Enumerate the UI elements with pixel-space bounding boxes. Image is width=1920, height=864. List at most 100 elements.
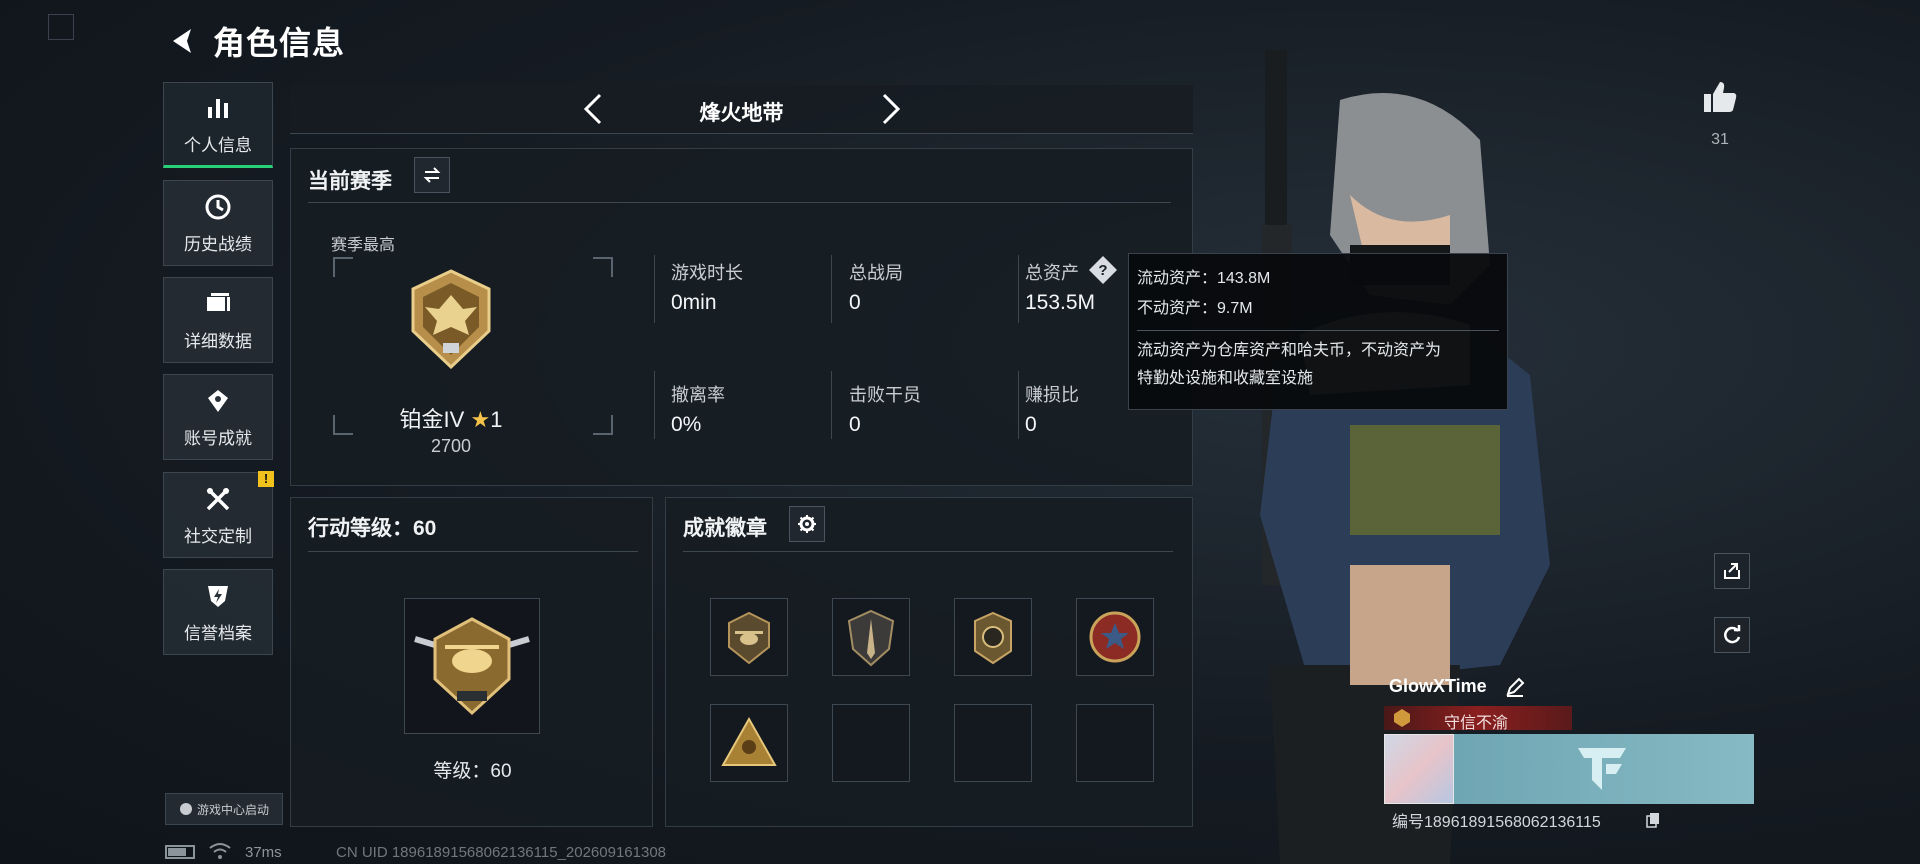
frame-corner: [593, 415, 613, 435]
mode-title: 烽火地带: [699, 102, 784, 125]
tooltip-description-2: 特勤处设施和收藏室设施: [1137, 370, 1314, 387]
help-icon[interactable]: ?: [1088, 255, 1118, 285]
sidebar-item-profile[interactable]: 个人信息: [163, 82, 273, 168]
player-id: 编号1896189156806213611​5: [1392, 814, 1601, 831]
battery-icon: [165, 845, 195, 859]
game-center-label: 游戏中心启动: [196, 802, 269, 817]
title-emblem-icon: [1394, 709, 1410, 727]
badge-slot[interactable]: [710, 598, 788, 676]
liquid-assets: 流动资产：143.8M: [1137, 270, 1271, 287]
page-title: 角色信息: [213, 25, 346, 61]
pyramid-badge-icon: [721, 716, 777, 766]
sidebar-item-credit[interactable]: 信誉档案: [163, 569, 273, 655]
thumbs-up-icon: [1704, 82, 1737, 112]
circle-emblem-badge-icon: [974, 611, 1012, 665]
stat-divider: [1018, 371, 1019, 439]
sidebar-item-label: 账号成就: [184, 428, 252, 448]
action-divider: [308, 551, 638, 552]
svg-text:?: ?: [1098, 262, 1107, 279]
sidebar-item-label: 社交定制: [184, 526, 252, 546]
share-icon: [1724, 563, 1740, 579]
share-button[interactable]: [1714, 553, 1750, 589]
back-arrow-icon[interactable]: [165, 24, 199, 58]
tooltip-divider: [1137, 330, 1499, 331]
player-banner: [1454, 734, 1754, 804]
rank-name: 铂金IV: [399, 407, 465, 432]
sidebar-item-label: 信誉档案: [184, 623, 252, 643]
badge-settings-button[interactable]: [789, 506, 825, 542]
stat-label: 撤离率: [671, 385, 725, 405]
stat-value: 153.5M: [1025, 291, 1096, 314]
rank-emblem-icon: [411, 269, 491, 369]
season-divider: [308, 202, 1171, 203]
badge-slot-empty[interactable]: [954, 704, 1032, 782]
badges-panel: 成就徽章: [665, 497, 1193, 827]
level-emblem-frame: [404, 598, 540, 734]
stat-label: 击败干员: [849, 385, 921, 405]
player-card: GlowXTime 守信不渝 编号1896189156806213611​5: [1384, 670, 1754, 831]
next-mode-arrow-icon[interactable]: [872, 91, 908, 127]
shield-dagger-badge-icon: [847, 609, 895, 667]
season-title: 当前赛季: [308, 170, 392, 193]
season-panel: 当前赛季 赛季最高 铂金IV ★1 2700 游戏时长 0min 总战局 0 总…: [290, 148, 1193, 486]
player-title: 守信不渝: [1444, 715, 1509, 732]
stat-divider: [654, 255, 655, 323]
stat-value: 0: [849, 413, 861, 436]
avatar[interactable]: [1384, 734, 1454, 804]
refresh-button[interactable]: [1714, 617, 1750, 653]
bar-chart-icon: [208, 98, 228, 118]
sidebar-item-label: 历史战绩: [184, 234, 252, 254]
badge-slot[interactable]: [710, 704, 788, 782]
peak-label: 赛季最高: [331, 237, 396, 254]
wifi-icon: [209, 843, 231, 859]
mode-selector: 烽火地带: [290, 85, 1193, 134]
stat-value: 0: [1025, 413, 1037, 436]
tools-icon: [206, 487, 230, 510]
badge-slot[interactable]: [954, 598, 1032, 676]
rank-score: 2700: [430, 436, 472, 456]
stat-label: 赚损比: [1025, 385, 1079, 405]
badge-slot-empty[interactable]: [1076, 704, 1154, 782]
rank-line: 铂金IV ★1: [391, 402, 511, 434]
switch-season-button[interactable]: [414, 157, 450, 193]
gear-icon: [798, 515, 816, 533]
fixed-assets: 不动资产：9.7M: [1137, 300, 1253, 317]
badge-slot-empty[interactable]: [832, 704, 910, 782]
sidebar-item-details[interactable]: 详细数据: [163, 277, 273, 363]
player-title-bar: 守信不渝: [1384, 706, 1572, 732]
level-text: 等级：60: [433, 761, 512, 782]
stat-label: 游戏时长: [671, 263, 743, 283]
star-icon: ★: [470, 407, 491, 432]
game-center-button[interactable]: 游戏中心启动: [165, 793, 283, 825]
stat-value: 0: [849, 291, 861, 314]
like-button[interactable]: 31: [1700, 78, 1740, 149]
badge-slot[interactable]: [1076, 598, 1154, 676]
action-level-title: 行动等级：60: [308, 517, 437, 540]
game-center-icon: [179, 803, 192, 815]
ping-value: 37ms: [245, 844, 282, 861]
star-medal-badge-icon: [1089, 611, 1141, 663]
rank-stars: 1: [490, 407, 503, 432]
stat-value: 0%: [671, 413, 702, 436]
tooltip-description-1: 流动资产为仓库资产和哈夫币，不动资产为: [1137, 342, 1442, 359]
stat-divider: [1018, 255, 1019, 323]
stat-label: 总战局: [849, 263, 903, 283]
badges-divider: [683, 551, 1173, 552]
badges-title: 成就徽章: [683, 517, 767, 540]
copy-icon[interactable]: [1646, 812, 1660, 828]
frame-corner: [593, 257, 613, 277]
badge-slot[interactable]: [832, 598, 910, 676]
helicopter-badge-icon: [728, 611, 770, 665]
stat-divider: [831, 371, 832, 439]
refresh-icon: [1724, 625, 1741, 644]
sidebar-item-history[interactable]: 历史战绩: [163, 180, 273, 266]
sidebar-item-label: 详细数据: [184, 331, 252, 351]
frame-corner: [333, 415, 353, 435]
assets-tooltip: 流动资产：143.8M 不动资产：9.7M 流动资产为仓库资产和哈夫币，不动资产…: [1128, 253, 1508, 410]
sidebar-item-social[interactable]: 社交定制 !: [163, 471, 274, 558]
stat-label: 总资产: [1025, 263, 1079, 283]
edit-icon[interactable]: [1504, 676, 1526, 698]
stat-divider: [654, 371, 655, 439]
sidebar-item-achievements[interactable]: 账号成就: [163, 374, 273, 460]
achievement-icon: [208, 389, 228, 412]
